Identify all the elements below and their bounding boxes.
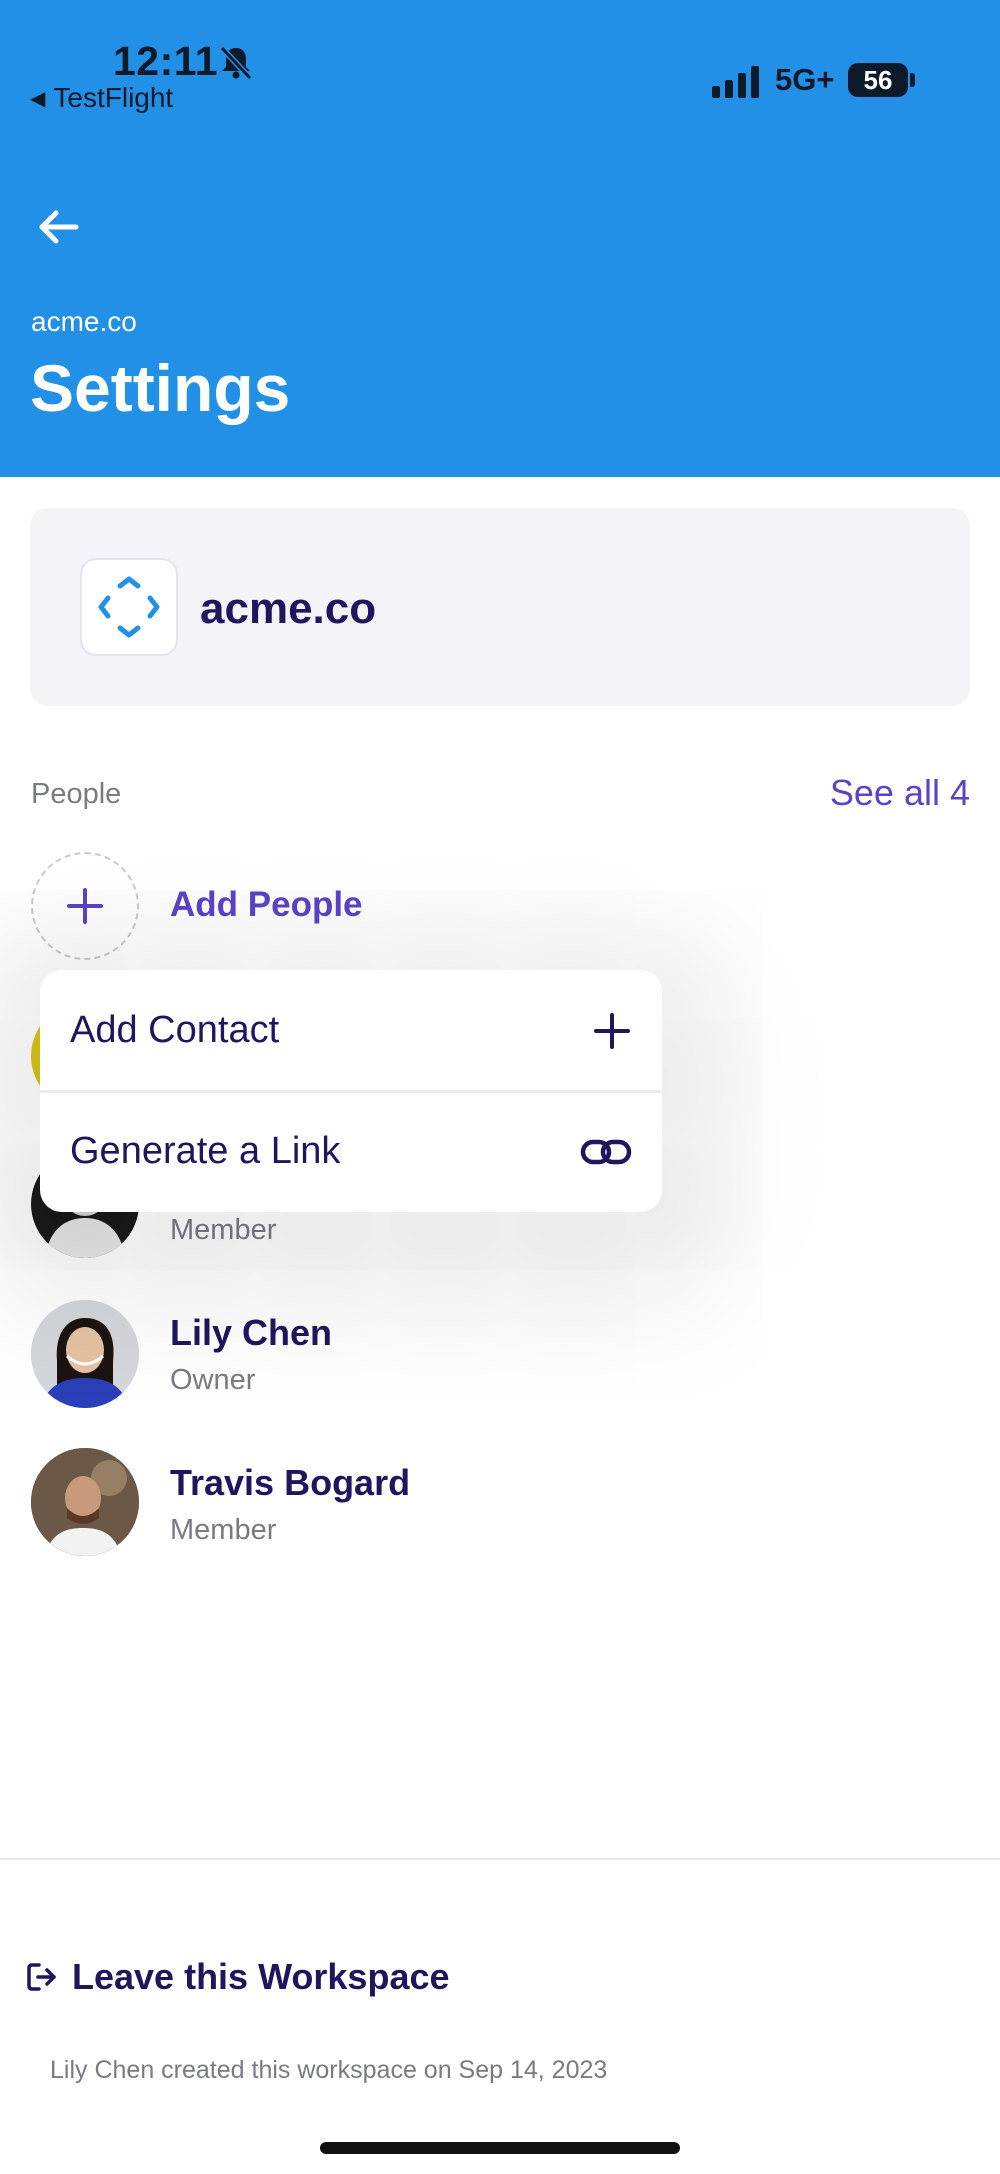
plus-icon (594, 1012, 630, 1049)
back-to-app-link[interactable]: ◀ TestFlight (30, 82, 173, 114)
menu-item-add-contact[interactable]: Add Contact (40, 970, 662, 1091)
add-people-button[interactable] (31, 852, 139, 960)
workspace-subtitle: acme.co (31, 306, 137, 337)
avatar[interactable] (31, 1448, 139, 1556)
battery-level: 56 (863, 64, 893, 95)
link-icon (580, 1139, 632, 1164)
leave-workspace-button[interactable]: Leave this Workspace (26, 1956, 450, 1998)
diamond-logo-icon (98, 576, 160, 638)
plus-icon (67, 888, 103, 924)
network-type: 5G+ (775, 62, 835, 97)
member-role: Owner (170, 1364, 256, 1396)
see-all-link[interactable]: See all 4 (830, 772, 970, 814)
menu-item-label: Generate a Link (70, 1130, 341, 1172)
avatar-photo (31, 1300, 139, 1408)
add-people-menu: Add Contact Generate a Link (40, 970, 662, 1212)
signal-icon (712, 66, 759, 98)
home-indicator[interactable] (320, 2142, 680, 2154)
menu-item-label: Add Contact (70, 1009, 280, 1051)
battery-icon: 56 (848, 63, 908, 97)
page-title: Settings (30, 351, 291, 425)
back-app-label: TestFlight (53, 82, 174, 113)
member-role: Member (170, 1214, 277, 1246)
bell-slash-icon (219, 45, 253, 81)
section-divider (0, 1858, 1000, 1860)
member-role: Member (170, 1514, 277, 1546)
workspace-name: acme.co (200, 584, 377, 633)
workspace-card[interactable]: acme.co (30, 508, 970, 706)
status-time: 12:11 (113, 38, 219, 84)
exit-icon (27, 1963, 56, 1991)
workspace-logo-icon (80, 558, 178, 656)
battery-nub (910, 73, 915, 87)
workspace-created-note: Lily Chen created this workspace on Sep … (50, 2056, 608, 2084)
member-name[interactable]: Lily Chen (170, 1312, 332, 1354)
header: 12:11 ◀ TestFlight 5G+ 56 acme.co Settin… (0, 0, 1000, 477)
people-section-label: People (31, 778, 122, 810)
back-triangle-icon: ◀ (30, 87, 46, 110)
add-people-label[interactable]: Add People (170, 885, 363, 925)
avatar-photo (31, 1448, 139, 1556)
leave-workspace-label: Leave this Workspace (72, 1956, 450, 1997)
back-arrow-icon[interactable] (36, 205, 84, 249)
avatar[interactable] (31, 1300, 139, 1408)
member-name[interactable]: Travis Bogard (170, 1462, 410, 1504)
menu-item-generate-link[interactable]: Generate a Link (40, 1091, 662, 1212)
